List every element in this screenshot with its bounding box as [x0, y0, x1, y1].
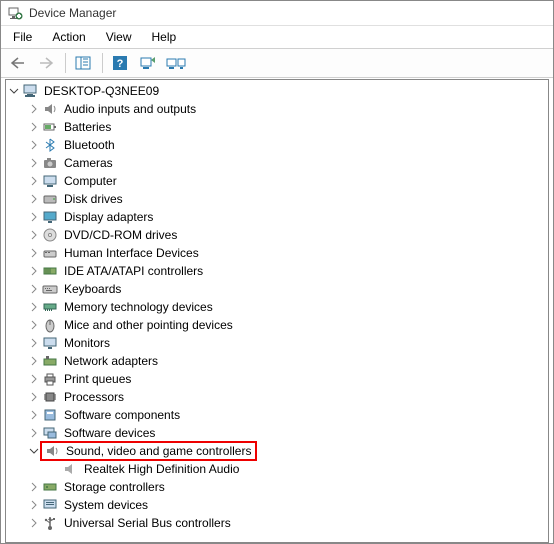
collapse-icon[interactable]	[28, 445, 40, 457]
expand-icon[interactable]	[28, 319, 40, 331]
toolbar: ?	[1, 48, 553, 78]
tree-item[interactable]: Batteries	[6, 118, 548, 136]
tree-item[interactable]: Audio inputs and outputs	[6, 100, 548, 118]
speaker-icon	[62, 461, 78, 477]
processor-icon	[42, 389, 58, 405]
menu-action[interactable]: Action	[42, 28, 95, 46]
tree-item[interactable]: Print queues	[6, 370, 548, 388]
expand-icon[interactable]	[28, 391, 40, 403]
tree-item[interactable]: Bluetooth	[6, 136, 548, 154]
back-button[interactable]	[5, 51, 31, 75]
app-icon	[7, 5, 23, 21]
tree-item[interactable]: Human Interface Devices	[6, 244, 548, 262]
keyboard-icon	[42, 281, 58, 297]
devices-button[interactable]	[163, 51, 189, 75]
expand-icon[interactable]	[28, 355, 40, 367]
dvd-icon	[42, 227, 58, 243]
usb-icon	[42, 515, 58, 531]
expand-icon[interactable]	[28, 283, 40, 295]
tree-root[interactable]: DESKTOP-Q3NEE09	[6, 82, 548, 100]
tree-item-sound[interactable]: Sound, video and game controllers	[6, 442, 548, 460]
tree-item[interactable]: Cameras	[6, 154, 548, 172]
network-icon	[42, 353, 58, 369]
expand-icon[interactable]	[28, 373, 40, 385]
memory-icon	[42, 299, 58, 315]
expand-icon[interactable]	[28, 103, 40, 115]
expand-icon[interactable]	[28, 517, 40, 529]
computer-icon	[22, 83, 38, 99]
tree-item[interactable]: Computer	[6, 172, 548, 190]
camera-icon	[42, 155, 58, 171]
ide-icon	[42, 263, 58, 279]
collapse-icon[interactable]	[8, 85, 20, 97]
tree-item[interactable]: IDE ATA/ATAPI controllers	[6, 262, 548, 280]
tree-item[interactable]: Display adapters	[6, 208, 548, 226]
computer-icon	[42, 173, 58, 189]
storage-icon	[42, 479, 58, 495]
device-tree[interactable]: DESKTOP-Q3NEE09 Audio inputs and outputs…	[6, 80, 548, 534]
tree-item[interactable]: Software components	[6, 406, 548, 424]
tree-item[interactable]: Monitors	[6, 334, 548, 352]
tree-item[interactable]: Network adapters	[6, 352, 548, 370]
expand-icon[interactable]	[28, 193, 40, 205]
tree-item[interactable]: Disk drives	[6, 190, 548, 208]
expand-icon[interactable]	[28, 265, 40, 277]
expand-icon[interactable]	[28, 409, 40, 421]
software-icon	[42, 407, 58, 423]
tree-item[interactable]: System devices	[6, 496, 548, 514]
expand-icon[interactable]	[28, 139, 40, 151]
expand-icon[interactable]	[28, 247, 40, 259]
bluetooth-icon	[42, 137, 58, 153]
printer-icon	[42, 371, 58, 387]
expand-icon[interactable]	[28, 427, 40, 439]
system-icon	[42, 497, 58, 513]
expand-icon[interactable]	[28, 499, 40, 511]
root-label: DESKTOP-Q3NEE09	[42, 83, 161, 99]
expand-icon[interactable]	[28, 337, 40, 349]
tree-child-realtek[interactable]: Realtek High Definition Audio	[6, 460, 548, 478]
expand-icon[interactable]	[28, 157, 40, 169]
tree-item[interactable]: Processors	[6, 388, 548, 406]
tree-item[interactable]: Keyboards	[6, 280, 548, 298]
expand-icon[interactable]	[28, 211, 40, 223]
expand-icon[interactable]	[28, 229, 40, 241]
battery-icon	[42, 119, 58, 135]
expand-icon[interactable]	[28, 301, 40, 313]
tree-item[interactable]: DVD/CD-ROM drives	[6, 226, 548, 244]
tree-item[interactable]: Software devices	[6, 424, 548, 442]
menu-view[interactable]: View	[96, 28, 142, 46]
menubar: File Action View Help	[1, 26, 553, 48]
display-icon	[42, 209, 58, 225]
audio-icon	[42, 101, 58, 117]
expand-icon[interactable]	[28, 481, 40, 493]
scan-hardware-button[interactable]	[135, 51, 161, 75]
forward-button[interactable]	[33, 51, 59, 75]
window-title: Device Manager	[29, 6, 116, 20]
tree-item[interactable]: Storage controllers	[6, 478, 548, 496]
expand-icon[interactable]	[28, 121, 40, 133]
hid-icon	[42, 245, 58, 261]
software-devices-icon	[42, 425, 58, 441]
monitor-icon	[42, 335, 58, 351]
tree-item[interactable]: Mice and other pointing devices	[6, 316, 548, 334]
tree-item[interactable]: Universal Serial Bus controllers	[6, 514, 548, 532]
disk-icon	[42, 191, 58, 207]
mouse-icon	[42, 317, 58, 333]
expand-icon[interactable]	[28, 175, 40, 187]
tree-item[interactable]: Memory technology devices	[6, 298, 548, 316]
sound-icon	[44, 443, 60, 459]
svg-text:?: ?	[117, 58, 124, 70]
menu-help[interactable]: Help	[142, 28, 187, 46]
menu-file[interactable]: File	[3, 28, 42, 46]
show-hide-tree-button[interactable]	[70, 51, 96, 75]
help-button[interactable]: ?	[107, 51, 133, 75]
